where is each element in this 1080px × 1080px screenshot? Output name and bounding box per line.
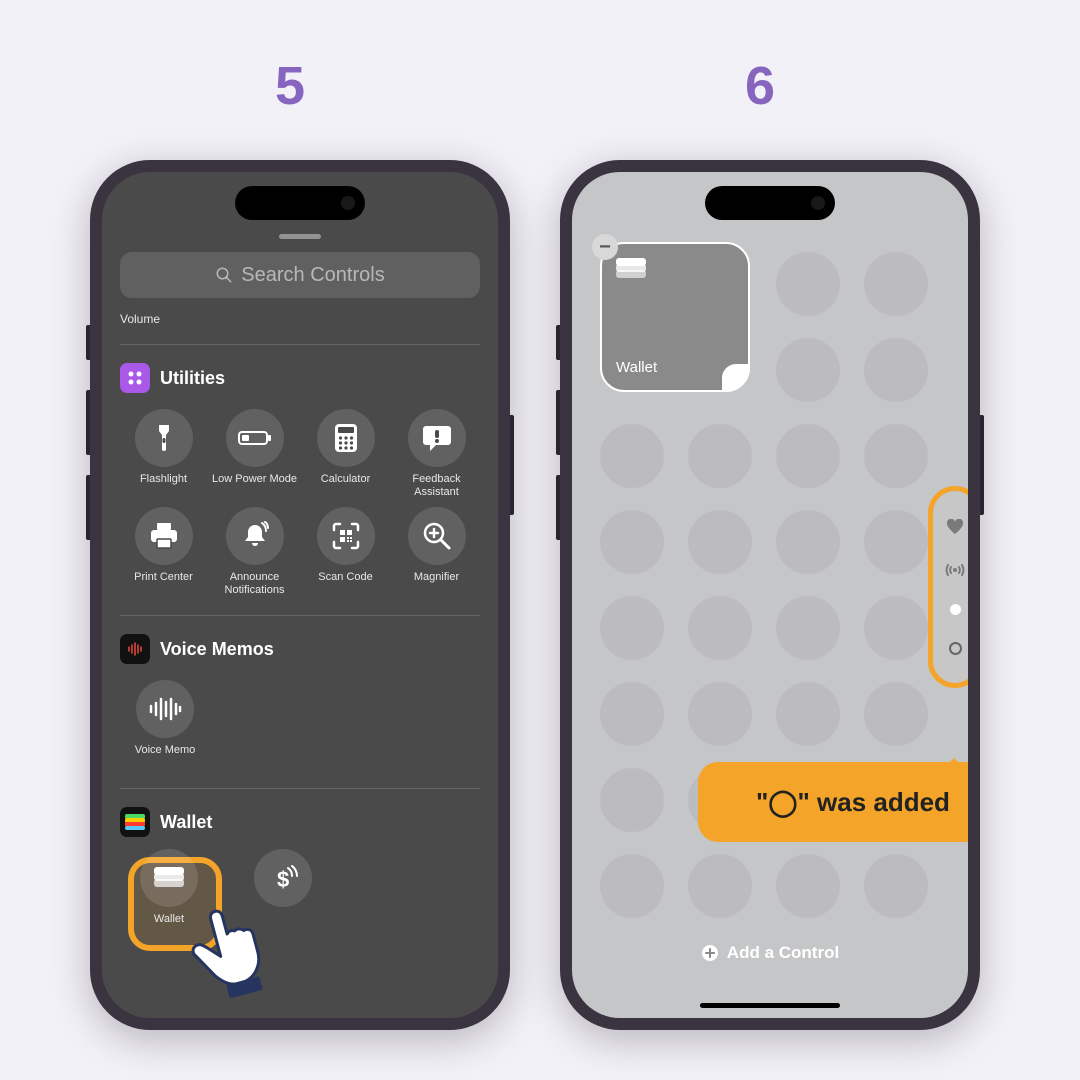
pager-highlight — [928, 486, 968, 688]
dynamic-island — [235, 186, 365, 220]
utilities-section-icon — [120, 363, 150, 393]
tap-cursor-icon — [186, 889, 286, 999]
search-controls-input[interactable]: Search Controls — [120, 252, 480, 298]
control-calculator[interactable]: Calculator — [302, 409, 389, 499]
control-feedback-assistant[interactable]: Feedback Assistant — [393, 409, 480, 499]
home-indicator[interactable] — [700, 1003, 840, 1008]
battery-low-icon — [238, 429, 272, 447]
phone-mockup-right: − Wallet Add a Control "◯" was added — [560, 160, 980, 1030]
sheet-grabber[interactable] — [279, 234, 321, 239]
search-placeholder: Search Controls — [241, 264, 384, 287]
annotation-callout: "◯" was added — [698, 762, 968, 842]
control-announce-notifications[interactable]: Announce Notifications — [211, 507, 298, 597]
feedback-icon — [422, 424, 452, 452]
control-magnifier[interactable]: Magnifier — [393, 507, 480, 597]
qr-scan-icon — [331, 521, 361, 551]
wallet-card-icon — [616, 258, 646, 280]
control-scan-code[interactable]: Scan Code — [302, 507, 389, 597]
wallet-card-icon — [154, 867, 184, 889]
utilities-title: Utilities — [160, 368, 225, 389]
step-number-5: 5 — [275, 55, 305, 117]
search-icon — [215, 266, 233, 284]
voice-memos-section-icon — [120, 634, 150, 664]
calculator-icon — [334, 423, 358, 453]
printer-icon — [149, 522, 179, 550]
control-flashlight[interactable]: Flashlight — [120, 409, 207, 499]
step-number-6: 6 — [745, 55, 775, 117]
control-print-center[interactable]: Print Center — [120, 507, 207, 597]
phone-mockup-left: Search Controls Volume Utilities Flashli… — [90, 160, 510, 1030]
wallet-widget[interactable]: − Wallet — [600, 242, 750, 392]
add-a-control-button[interactable]: Add a Control — [572, 943, 968, 963]
dynamic-island — [705, 186, 835, 220]
magnifier-plus-icon — [422, 521, 452, 551]
voice-memos-title: Voice Memos — [160, 639, 274, 660]
screen-controls-gallery: Search Controls Volume Utilities Flashli… — [102, 172, 498, 1018]
flashlight-icon — [151, 423, 177, 453]
remove-widget-button[interactable]: − — [592, 234, 618, 260]
screen-control-center-edit: − Wallet Add a Control "◯" was added — [572, 172, 968, 1018]
plus-circle-icon — [701, 944, 719, 962]
volume-label: Volume — [120, 312, 480, 326]
wallet-title: Wallet — [160, 812, 212, 833]
bell-announce-icon — [240, 521, 270, 551]
control-low-power-mode[interactable]: Low Power Mode — [211, 409, 298, 499]
waveform-icon — [148, 697, 182, 721]
control-voice-memo[interactable]: Voice Memo — [120, 680, 210, 770]
widget-label: Wallet — [616, 359, 657, 376]
wallet-section-icon — [120, 807, 150, 837]
